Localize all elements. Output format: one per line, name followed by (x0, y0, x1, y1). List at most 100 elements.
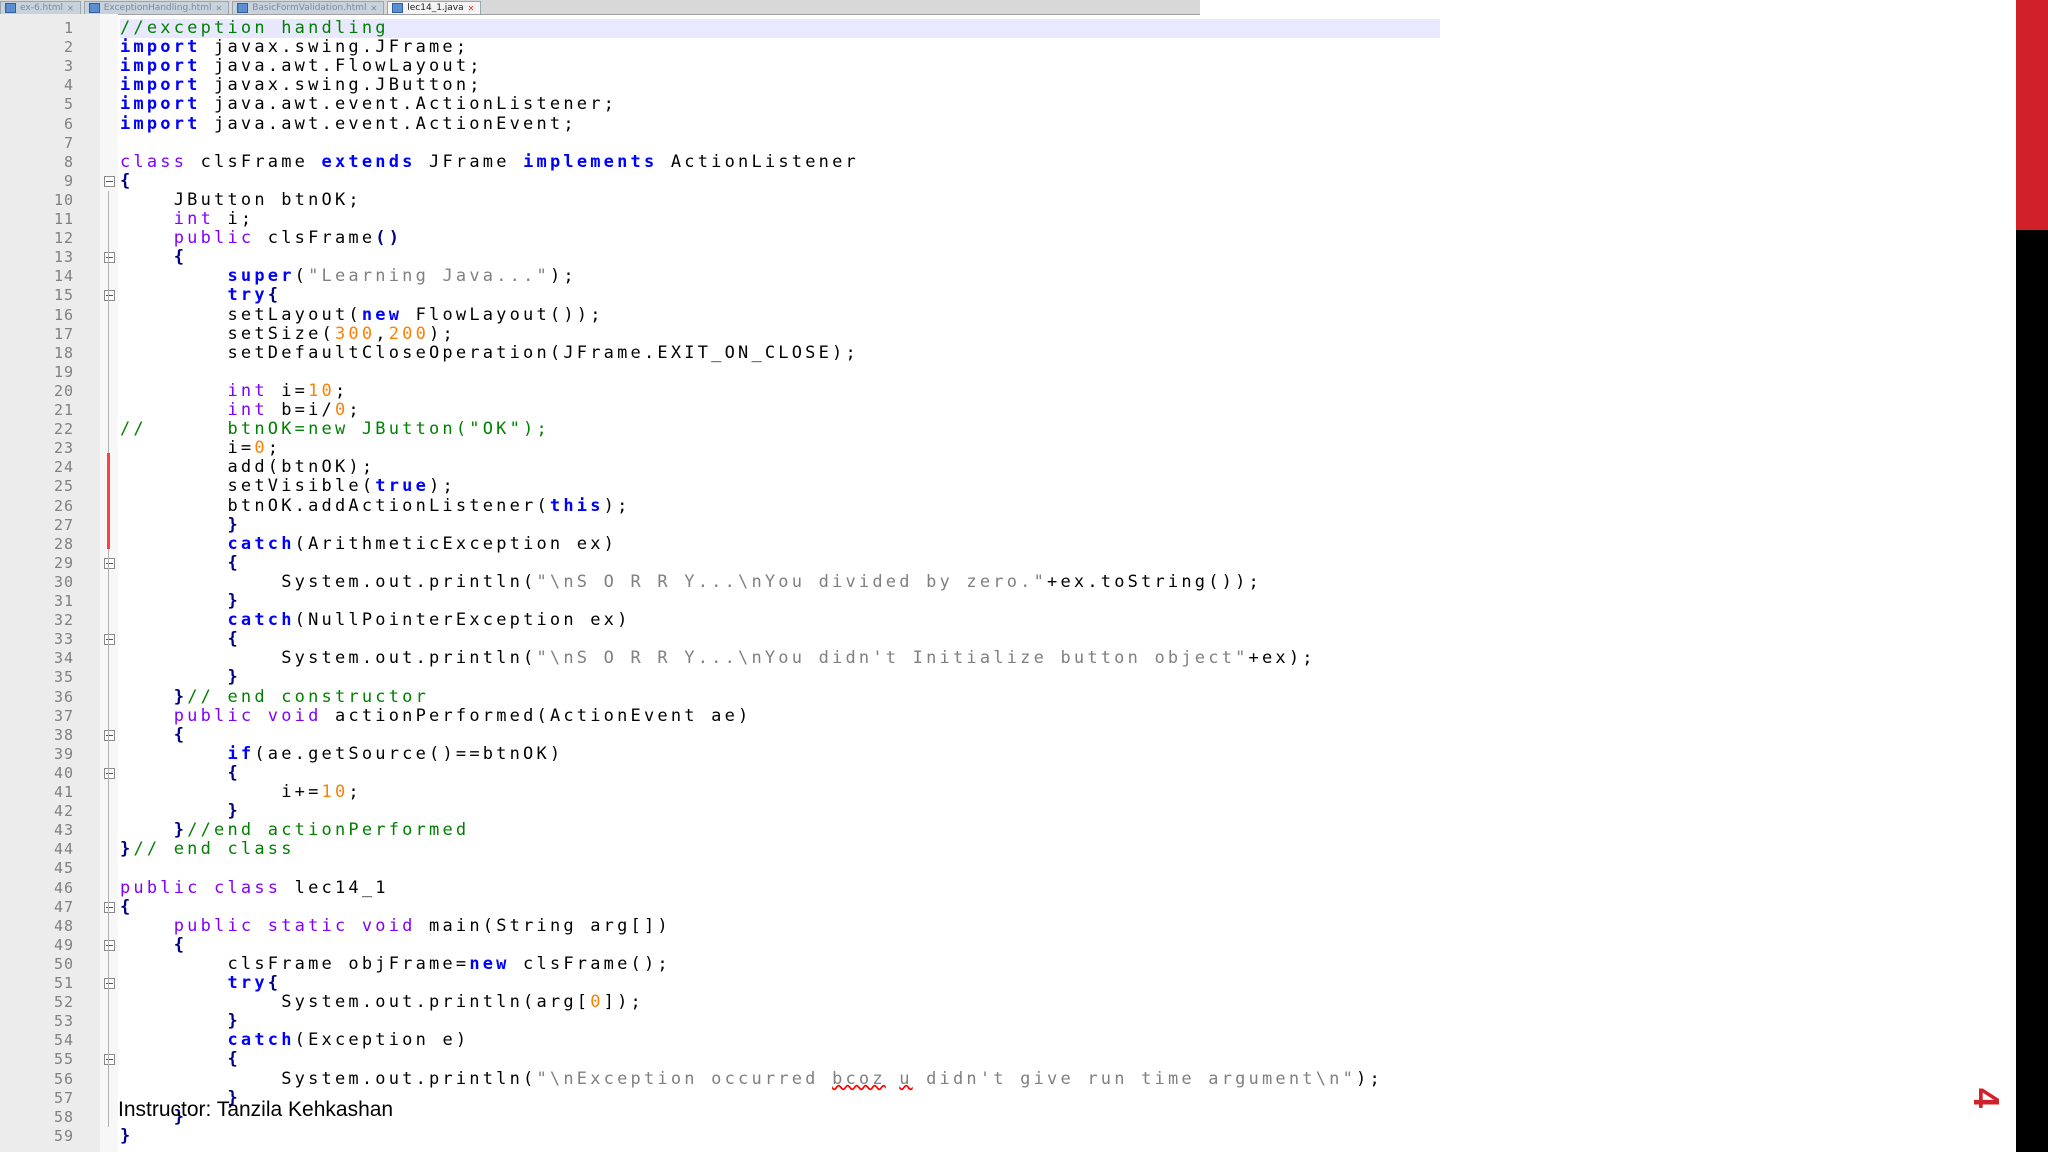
tab-3[interactable]: lec14_1.java ✕ (387, 1, 482, 14)
code-line[interactable]: int i=10; (120, 381, 1440, 401)
code-token: setLayout( (120, 304, 362, 325)
line-number: 25 (53, 477, 74, 496)
code-line[interactable]: { (120, 170, 1440, 191)
code-line[interactable]: System.out.println("\nS O R R Y...\nYou … (120, 649, 1440, 668)
code-line[interactable]: { (120, 897, 1440, 917)
code-line[interactable]: super("Learning Java..."); (120, 267, 1440, 286)
code-line[interactable]: }// end class (120, 840, 1440, 859)
code-line[interactable]: { (120, 725, 1440, 745)
code-line[interactable]: { (120, 935, 1440, 955)
close-icon[interactable]: ✕ (67, 4, 74, 13)
code-line[interactable] (120, 363, 1440, 382)
code-line[interactable]: { (120, 553, 1440, 573)
code-line[interactable]: setVisible(true); (120, 477, 1440, 496)
line-number: 50 (53, 954, 74, 973)
fold-marker-icon[interactable] (104, 634, 115, 646)
code-line[interactable]: try{ (120, 974, 1440, 993)
code-line[interactable]: catch(Exception e) (120, 1031, 1440, 1050)
code-line[interactable]: class clsFrame extends JFrame implements… (120, 152, 1440, 172)
code-line[interactable]: btnOK.addActionListener(this); (120, 496, 1440, 516)
code-line[interactable]: i=0; (120, 439, 1440, 458)
code-line[interactable]: { (120, 1050, 1440, 1069)
close-icon[interactable]: ✕ (468, 4, 475, 13)
code-line[interactable]: { (120, 630, 1440, 649)
tab-0[interactable]: ex-6.html ✕ (0, 1, 81, 14)
code-line[interactable]: import java.awt.FlowLayout; (120, 57, 1440, 76)
fold-marker-icon[interactable] (104, 767, 115, 779)
code-line[interactable]: setSize(300,200); (120, 324, 1440, 344)
code-line[interactable]: public static void main(String arg[]) (120, 916, 1440, 936)
code-token: //exception handling (120, 18, 389, 38)
fold-marker-icon[interactable] (104, 252, 115, 264)
code-token: true (375, 476, 430, 497)
code-line[interactable]: try{ (120, 286, 1440, 305)
code-line[interactable]: //exception handling (120, 19, 1440, 38)
code-line[interactable]: public clsFrame() (120, 229, 1440, 248)
line-number: 22 (53, 420, 74, 439)
code-area[interactable]: //exception handling import javax.swing.J… (118, 14, 2015, 1152)
code-token: int (227, 400, 268, 420)
fold-marker-icon[interactable] (104, 939, 115, 951)
fold-marker-icon[interactable] (104, 175, 115, 187)
line-number: 5 (63, 95, 74, 114)
code-line[interactable]: import javax.swing.JFrame; (120, 38, 1440, 57)
code-line[interactable]: // btnOK=new JButton("OK"); (120, 420, 1440, 439)
code-line[interactable]: }// end constructor (120, 687, 1440, 707)
code-line[interactable]: import java.awt.event.ActionListener; (120, 95, 1440, 114)
code-editor[interactable]: 1 2 3 4 5 6 7 8 9 10 11 12 13 14 15 16 17 18 19 20 21 22 23 24 2… (0, 14, 2015, 1152)
code-line[interactable]: public void actionPerformed(ActionEvent … (120, 706, 1440, 726)
fold-marker-icon[interactable] (104, 557, 115, 569)
tab-2[interactable]: BasicFormValidation.html ✕ (232, 1, 385, 14)
code-line[interactable]: }//end actionPerformed (120, 821, 1440, 840)
code-line[interactable]: } (120, 1012, 1440, 1031)
code-token: public (173, 228, 255, 249)
fold-marker-icon[interactable] (104, 729, 115, 741)
close-icon[interactable]: ✕ (216, 4, 223, 13)
code-line[interactable]: } (120, 1126, 1440, 1146)
fold-marker-icon[interactable] (104, 290, 115, 302)
code-line[interactable]: public class lec14_1 (120, 878, 1440, 898)
code-line[interactable] (120, 134, 1440, 153)
code-line[interactable]: setDefaultCloseOperation(JFrame.EXIT_ON_… (120, 343, 1440, 363)
code-line[interactable] (120, 859, 1440, 878)
code-token: { (120, 170, 134, 191)
file-icon (392, 3, 404, 13)
code-line[interactable]: setLayout(new FlowLayout()); (120, 304, 1440, 325)
tab-1[interactable]: ExceptionHandling.html ✕ (83, 1, 230, 14)
code-token: import (120, 113, 201, 134)
code-line[interactable]: int b=i/0; (120, 401, 1440, 420)
code-line[interactable]: int i; (120, 210, 1440, 229)
code-line[interactable]: } (120, 668, 1440, 687)
code-line[interactable]: i+=10; (120, 783, 1440, 802)
code-line[interactable]: JButton btnOK; (120, 190, 1440, 210)
line-number: 24 (53, 458, 74, 477)
code-line[interactable]: System.out.println(arg[0]); (120, 993, 1440, 1012)
code-token: { (227, 762, 241, 783)
fold-marker-icon[interactable] (104, 1054, 115, 1066)
code-line[interactable]: System.out.println("\nS O R R Y...\nYou … (120, 572, 1440, 592)
code-line[interactable]: add(btnOK); (120, 458, 1440, 477)
code-line[interactable]: System.out.println("\nException occurred… (120, 1069, 1440, 1089)
fold-marker-icon[interactable] (104, 901, 115, 913)
code-line[interactable]: } (120, 515, 1440, 535)
code-token: import (120, 75, 201, 96)
code-line[interactable]: { (120, 248, 1440, 267)
code-line[interactable]: { (120, 762, 1440, 783)
line-number: 28 (53, 534, 74, 553)
code-line[interactable]: clsFrame objFrame=new clsFrame(); (120, 954, 1440, 974)
code-line[interactable]: import java.awt.event.ActionEvent; (120, 113, 1440, 134)
slide-number: 4 (1966, 1087, 2007, 1109)
code-line[interactable]: import javax.swing.JButton; (120, 76, 1440, 95)
code-line[interactable]: if(ae.getSource()==btnOK) (120, 744, 1440, 764)
line-number: 32 (53, 611, 74, 630)
close-icon[interactable]: ✕ (371, 4, 378, 13)
line-number: 43 (53, 821, 74, 840)
code-line[interactable]: } (120, 592, 1440, 611)
code-line[interactable]: } (120, 802, 1440, 821)
code-line[interactable]: catch(ArithmeticException ex) (120, 534, 1440, 554)
code-token: System.out.println(arg[ (120, 992, 591, 1013)
code-line[interactable]: catch(NullPointerException ex) (120, 611, 1440, 630)
fold-marker-icon[interactable] (104, 978, 115, 989)
